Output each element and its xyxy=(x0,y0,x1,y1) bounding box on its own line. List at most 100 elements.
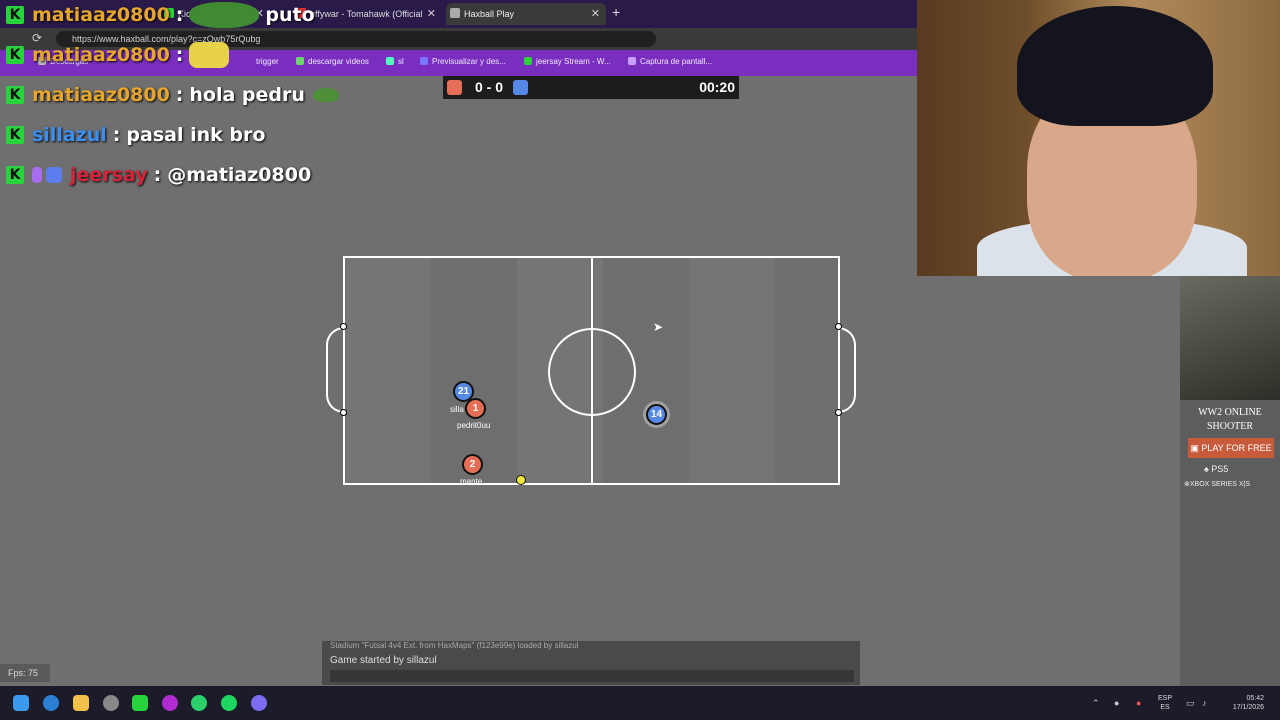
kick-badge-icon: K xyxy=(6,6,24,24)
chat-message: pasal ink bro xyxy=(126,124,266,146)
mic-badge-icon xyxy=(32,167,42,183)
tab-label: Haxball Play xyxy=(464,9,515,19)
fps-counter: Fps: 75 xyxy=(0,664,50,682)
windows-start-icon[interactable] xyxy=(13,695,29,711)
language-indicator[interactable]: ESP ES xyxy=(1158,694,1172,712)
gift-icon: ▣ xyxy=(1190,443,1202,453)
player-name: mante xyxy=(460,477,483,486)
pepe-emote-icon xyxy=(312,88,339,102)
clock-date: 17/1/2026 xyxy=(1232,704,1264,711)
kick-badge-icon: K xyxy=(6,166,24,184)
player-disc: 1 xyxy=(465,398,486,419)
chat-separator: : xyxy=(153,164,162,186)
file-explorer-icon[interactable] xyxy=(73,695,89,711)
ad-panel[interactable]: WW2 ONLINE SHOOTER ▣ PLAY FOR FREE ♠ PS5… xyxy=(1180,276,1280,686)
gamepad-badge-icon xyxy=(46,167,62,183)
chevron-up-icon[interactable]: ⌃ xyxy=(1092,698,1100,709)
chat-overlay-line: K matiaaz0800 : hola pedru xyxy=(6,80,339,110)
goal-post xyxy=(340,409,347,416)
new-tab-button[interactable]: + xyxy=(612,4,620,20)
ball xyxy=(516,475,526,485)
chat-message: puto xyxy=(265,4,315,26)
chat-username: jeersay xyxy=(70,164,148,186)
red-team-icon xyxy=(447,80,462,95)
match-timer: 00:20 xyxy=(699,79,735,95)
minion-emote-icon xyxy=(189,42,230,68)
chat-message: @matiaz0800 xyxy=(167,164,312,186)
chat-separator: : xyxy=(112,124,121,146)
download-icon xyxy=(296,57,304,65)
goal-post xyxy=(835,323,842,330)
tray-app-icon[interactable]: ● xyxy=(1114,698,1119,708)
chat-separator: : xyxy=(175,44,184,66)
kick-app-icon[interactable] xyxy=(132,695,148,711)
kick-badge-icon: K xyxy=(6,86,24,104)
discord-icon[interactable] xyxy=(251,695,267,711)
platform-label: PS5 xyxy=(1211,464,1229,474)
chrome-icon[interactable] xyxy=(103,695,119,711)
blue-team-icon xyxy=(513,80,528,95)
clock[interactable]: 05:42 17/1/2026 xyxy=(1222,694,1264,712)
edge-icon[interactable] xyxy=(43,695,59,711)
ad-title: WW2 ONLINE SHOOTER xyxy=(1180,406,1280,434)
platform-label: XBOX SERIES X|S xyxy=(1189,481,1251,488)
chat-input[interactable] xyxy=(330,670,854,682)
pepe-emote-icon xyxy=(189,2,260,28)
lang-code: ESP xyxy=(1158,695,1173,702)
chat-overlay-line: K sillazul : pasal ink bro xyxy=(6,120,265,150)
pen-icon xyxy=(628,57,636,65)
chat-separator: : xyxy=(175,84,184,106)
mouse-cursor-icon: ➤ xyxy=(653,320,664,334)
ad-button-label: PLAY FOR FREE xyxy=(1201,443,1272,453)
mic-icon[interactable]: ● xyxy=(1136,698,1141,708)
volume-icon[interactable]: ♪ xyxy=(1202,698,1207,708)
ad-ps5-label: ♠ PS5 xyxy=(1204,464,1228,474)
ad-title-line: SHOOTER xyxy=(1206,421,1254,432)
bookmark-trigger[interactable]: trigger xyxy=(256,57,279,66)
player-disc-self: 14 xyxy=(646,404,667,425)
chat-username: matiaaz0800 xyxy=(32,44,170,66)
ad-title-line: WW2 ONLINE xyxy=(1198,407,1262,418)
windows-taskbar: ⌃ ● ● ESP ES ▭ ♪ 05:42 17/1/2026 xyxy=(0,686,1280,720)
ad-soldier-image xyxy=(1180,276,1280,400)
ad-play-button[interactable]: ▣ PLAY FOR FREE xyxy=(1188,438,1274,458)
bookmark-descargar-videos[interactable]: descargar videos xyxy=(296,57,369,66)
chat-previous-message: Stadium "Futsal 4v4 Ext. from HaxMaps" (… xyxy=(330,641,579,650)
kick-badge-icon: K xyxy=(6,46,24,64)
chat-username: matiaaz0800 xyxy=(32,84,170,106)
score: 0 - 0 xyxy=(474,79,503,95)
whatsapp-icon[interactable] xyxy=(191,695,207,711)
close-tab-icon[interactable]: ✕ xyxy=(427,3,436,25)
player-name: pedrit0uu xyxy=(457,421,491,430)
canva-icon[interactable] xyxy=(162,695,178,711)
chat-message: Game started by sillazul xyxy=(330,655,437,666)
spotify-icon[interactable] xyxy=(221,695,237,711)
webcam-bandana xyxy=(1017,6,1213,126)
bookmark-jeersay-stream[interactable]: jeersay Stream - W... xyxy=(524,57,611,66)
webcam-feed xyxy=(917,0,1280,276)
haxball-favicon-icon xyxy=(450,8,460,18)
clock-time: 05:42 xyxy=(1246,695,1264,702)
goal-post xyxy=(835,409,842,416)
chat-overlay-line: K matiaaz0800 : xyxy=(6,40,235,70)
haxball-field[interactable] xyxy=(343,256,840,485)
network-icon[interactable]: ▭ xyxy=(1186,698,1195,709)
goal-post xyxy=(340,323,347,330)
tab-haxball-play[interactable]: Haxball Play ✕ xyxy=(446,3,606,25)
right-goal xyxy=(838,327,856,413)
scoreboard: 0 - 0 00:20 xyxy=(443,76,739,99)
chat-overlay-line: K jeersay : @matiaz0800 xyxy=(6,160,311,190)
chat-message: hola pedru xyxy=(189,84,305,106)
game-chat-box: Stadium "Futsal 4v4 Ext. from HaxMaps" (… xyxy=(322,641,860,685)
close-tab-icon[interactable]: ✕ xyxy=(591,3,600,25)
chat-username: matiaaz0800 xyxy=(32,4,170,26)
kick-badge-icon: K xyxy=(6,126,24,144)
bookmark-previsualizar[interactable]: Previsualizar y des... xyxy=(420,57,506,66)
bookmark-captura[interactable]: Captura de pantall... xyxy=(628,57,712,66)
chat-separator: : xyxy=(175,4,184,26)
lang-region: ES xyxy=(1160,704,1170,711)
player-disc: 2 xyxy=(462,454,483,475)
bookmark-sl[interactable]: sl xyxy=(386,57,404,66)
rp-icon xyxy=(420,57,428,65)
bookmark-icon xyxy=(386,57,394,65)
